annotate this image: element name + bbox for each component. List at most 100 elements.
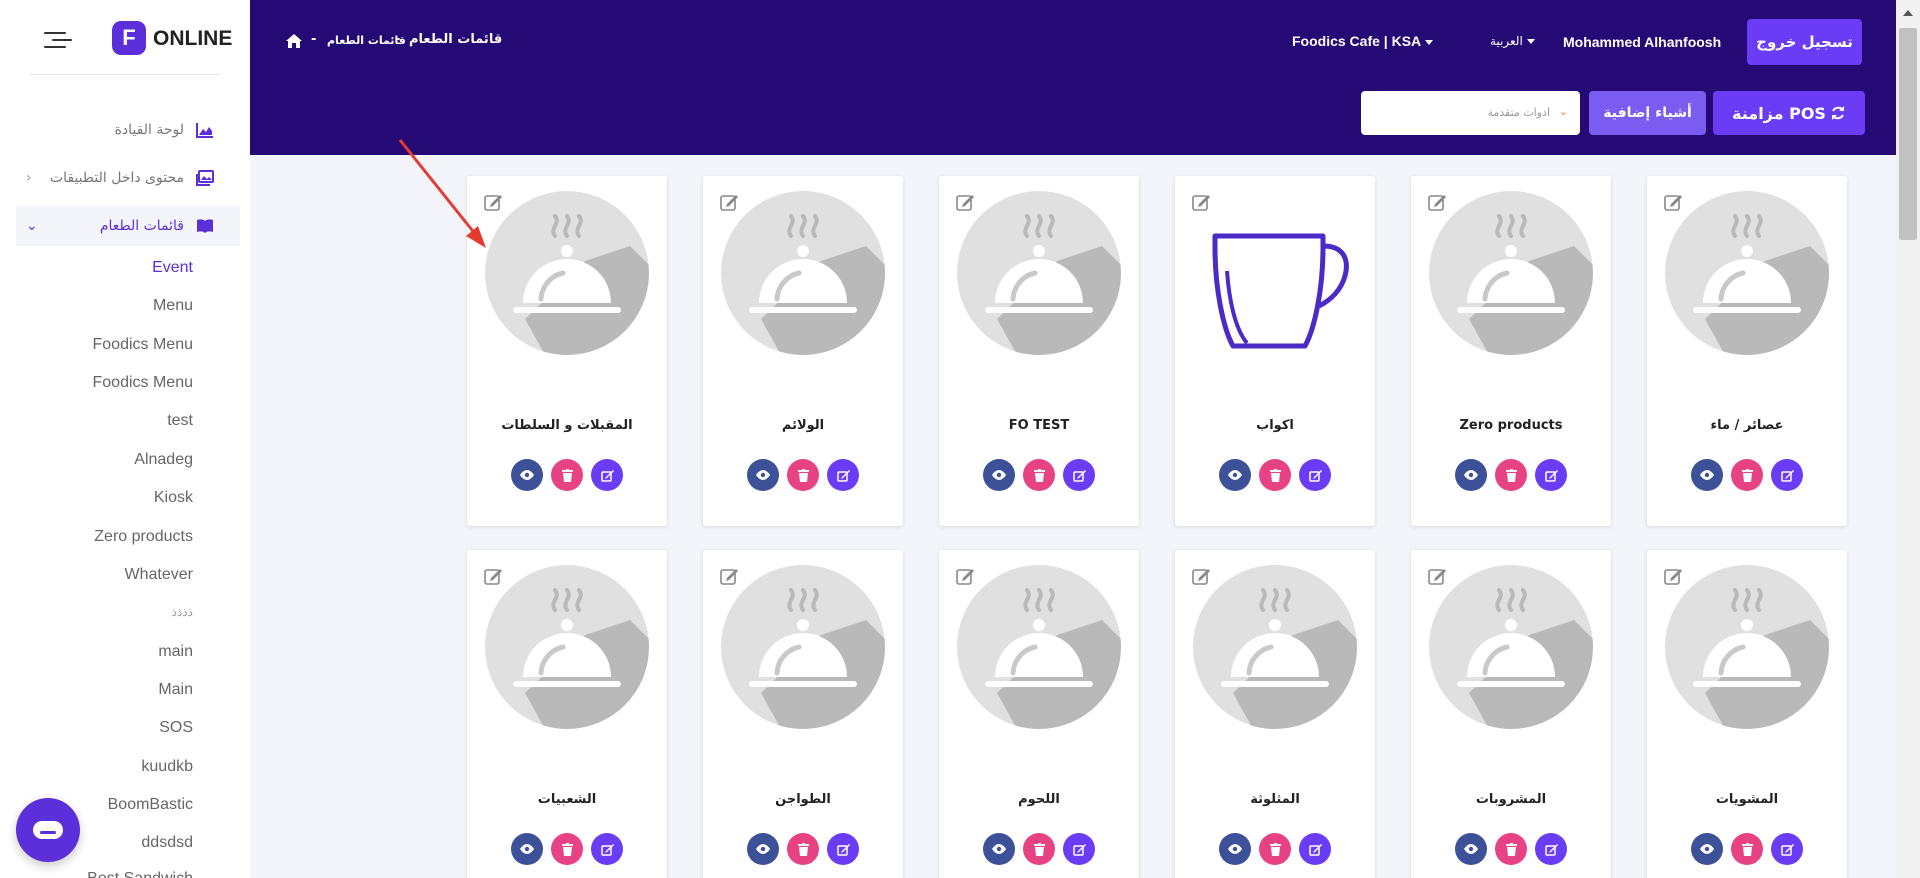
view-button[interactable] xyxy=(1691,459,1723,491)
edit-image-icon[interactable] xyxy=(955,192,975,212)
menu-card-title: المشروبات xyxy=(1475,792,1547,807)
delete-button[interactable] xyxy=(551,459,583,491)
edit-button[interactable] xyxy=(1771,833,1803,865)
edit-image-icon[interactable] xyxy=(955,566,975,586)
cloche-icon xyxy=(957,191,1121,355)
edit-button[interactable] xyxy=(1063,459,1095,491)
view-button[interactable] xyxy=(747,459,779,491)
submenu-item[interactable]: BoomBastic xyxy=(108,796,193,814)
menu-toggle-icon[interactable] xyxy=(44,30,72,50)
delete-button[interactable] xyxy=(1731,459,1763,491)
brand-dropdown[interactable]: Foodics Cafe | KSA xyxy=(1292,33,1434,49)
view-button[interactable] xyxy=(1455,459,1487,491)
view-button[interactable] xyxy=(511,833,543,865)
submenu-item[interactable]: Best Sandwich xyxy=(87,870,193,878)
submenu-item[interactable]: Whatever xyxy=(125,566,193,584)
delete-button[interactable] xyxy=(1731,833,1763,865)
edit-button[interactable] xyxy=(1299,459,1331,491)
menu-card[interactable]: Zero products xyxy=(1411,176,1611,526)
submenu-item[interactable]: Foodics Menu xyxy=(93,374,194,392)
view-button[interactable] xyxy=(1219,833,1251,865)
edit-button[interactable] xyxy=(591,833,623,865)
menu-card[interactable]: عصائر / ماء xyxy=(1647,176,1847,526)
submenu-item[interactable]: ذذذذ xyxy=(172,605,193,619)
delete-button[interactable] xyxy=(1023,459,1055,491)
view-button[interactable] xyxy=(747,833,779,865)
edit-image-icon[interactable] xyxy=(719,192,739,212)
submenu-item[interactable]: SOS xyxy=(159,719,193,737)
view-button[interactable] xyxy=(1219,459,1251,491)
edit-button[interactable] xyxy=(1535,459,1567,491)
submenu-item[interactable]: kuudkb xyxy=(141,758,193,776)
edit-image-icon[interactable] xyxy=(1191,192,1211,212)
menu-card[interactable]: المقبلات و السلطات xyxy=(467,176,667,526)
submenu-item[interactable]: test xyxy=(167,412,193,430)
delete-button[interactable] xyxy=(1259,459,1291,491)
submenu-item[interactable]: Menu xyxy=(153,297,193,315)
edit-image-icon[interactable] xyxy=(1663,566,1683,586)
cloche-icon xyxy=(485,191,649,355)
menu-card[interactable]: الشعبيات xyxy=(467,550,667,878)
delete-button[interactable] xyxy=(1495,459,1527,491)
delete-button[interactable] xyxy=(1259,833,1291,865)
pos-sync-button[interactable]: مزامنة POS xyxy=(1713,91,1865,135)
submenu-item[interactable]: ddsdsd xyxy=(141,834,193,852)
extra-items-button[interactable]: أشياء إضافية xyxy=(1589,91,1706,135)
scroll-up-arrow-icon[interactable] xyxy=(1903,10,1913,16)
menu-card[interactable]: الطواجن xyxy=(703,550,903,878)
edit-image-icon[interactable] xyxy=(1427,566,1447,586)
advanced-tools-select[interactable]: ⌄ ادوات متقدمة xyxy=(1361,91,1580,135)
menu-card[interactable]: الولائم xyxy=(703,176,903,526)
delete-button[interactable] xyxy=(1495,833,1527,865)
language-dropdown[interactable]: العربية xyxy=(1490,34,1535,48)
menu-card[interactable]: اكواب xyxy=(1175,176,1375,526)
delete-button[interactable] xyxy=(787,833,819,865)
menu-card-title: Zero products xyxy=(1459,418,1563,433)
nav-item-dashboard[interactable]: لوحة القيادة xyxy=(16,110,240,150)
delete-button[interactable] xyxy=(551,833,583,865)
menu-card[interactable]: اللحوم xyxy=(939,550,1139,878)
delete-button[interactable] xyxy=(787,459,819,491)
edit-button[interactable] xyxy=(591,459,623,491)
submenu-item[interactable]: Kiosk xyxy=(154,489,193,507)
view-button[interactable] xyxy=(983,459,1015,491)
edit-image-icon[interactable] xyxy=(483,566,503,586)
edit-image-icon[interactable] xyxy=(1663,192,1683,212)
home-icon[interactable] xyxy=(286,33,302,48)
submenu-item[interactable]: Main xyxy=(158,681,193,699)
edit-image-icon[interactable] xyxy=(483,192,503,212)
edit-button[interactable] xyxy=(1535,833,1567,865)
logout-button[interactable]: تسجيل خروج xyxy=(1747,19,1862,65)
edit-image-icon[interactable] xyxy=(1427,192,1447,212)
edit-button[interactable] xyxy=(827,459,859,491)
submenu-item[interactable]: Foodics Menu xyxy=(93,336,194,354)
submenu-item[interactable]: Zero products xyxy=(94,528,193,546)
menu-card-actions xyxy=(1647,833,1847,865)
nav-item-menus[interactable]: ⌄ قائمات الطعام xyxy=(16,206,240,246)
edit-button[interactable] xyxy=(827,833,859,865)
submenu-item[interactable]: Event xyxy=(152,259,193,277)
view-button[interactable] xyxy=(1455,833,1487,865)
view-button[interactable] xyxy=(511,459,543,491)
delete-button[interactable] xyxy=(1023,833,1055,865)
view-button[interactable] xyxy=(1691,833,1723,865)
menu-card[interactable]: FO TEST xyxy=(939,176,1139,526)
edit-button[interactable] xyxy=(1063,833,1095,865)
nav-item-app-content[interactable]: › محتوى داخل التطبيقات xyxy=(16,158,240,198)
edit-button[interactable] xyxy=(1771,459,1803,491)
menu-card[interactable]: المشروبات xyxy=(1411,550,1611,878)
eye-icon xyxy=(756,844,770,854)
edit-image-icon[interactable] xyxy=(1191,566,1211,586)
menu-card[interactable]: المشويات xyxy=(1647,550,1847,878)
eye-icon xyxy=(520,844,534,854)
edit-button[interactable] xyxy=(1299,833,1331,865)
scrollbar-thumb[interactable] xyxy=(1899,28,1917,240)
menu-card[interactable]: المثلوثة xyxy=(1175,550,1375,878)
nav-item-label: لوحة القيادة xyxy=(114,122,184,138)
menu-card-title: FO TEST xyxy=(1008,418,1070,433)
submenu-item[interactable]: Alnadeg xyxy=(134,451,193,469)
edit-image-icon[interactable] xyxy=(719,566,739,586)
chat-support-button[interactable] xyxy=(16,798,80,862)
submenu-item[interactable]: main xyxy=(158,643,193,661)
view-button[interactable] xyxy=(983,833,1015,865)
